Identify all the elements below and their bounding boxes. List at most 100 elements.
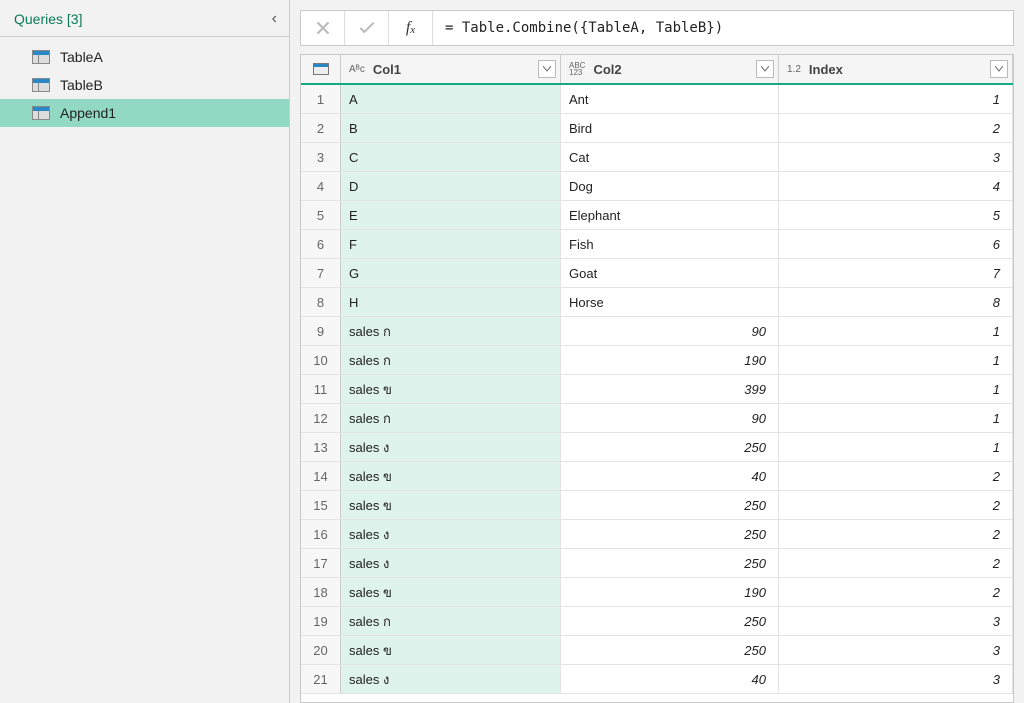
cell-col2[interactable]: 250: [561, 607, 779, 635]
row-number[interactable]: 19: [301, 607, 341, 635]
cell-index[interactable]: 4: [779, 172, 1013, 200]
table-row[interactable]: 18sales ข1902: [301, 578, 1013, 607]
cell-col2[interactable]: 250: [561, 491, 779, 519]
cell-col2[interactable]: 90: [561, 404, 779, 432]
row-number[interactable]: 1: [301, 85, 341, 113]
table-row[interactable]: 16sales ง2502: [301, 520, 1013, 549]
table-row[interactable]: 19sales ก2503: [301, 607, 1013, 636]
filter-button-col1[interactable]: [538, 60, 556, 78]
cell-col1[interactable]: sales ข: [341, 491, 561, 519]
cell-col2[interactable]: Horse: [561, 288, 779, 316]
table-row[interactable]: 5EElephant5: [301, 201, 1013, 230]
cell-col1[interactable]: E: [341, 201, 561, 229]
cell-index[interactable]: 5: [779, 201, 1013, 229]
row-number[interactable]: 21: [301, 665, 341, 693]
cell-index[interactable]: 1: [779, 346, 1013, 374]
column-header-col1[interactable]: Aᴮc Col1: [341, 55, 561, 83]
cell-index[interactable]: 1: [779, 85, 1013, 113]
cell-col1[interactable]: sales ก: [341, 404, 561, 432]
cell-index[interactable]: 2: [779, 114, 1013, 142]
cell-col2[interactable]: 250: [561, 549, 779, 577]
table-row[interactable]: 8HHorse8: [301, 288, 1013, 317]
row-number[interactable]: 6: [301, 230, 341, 258]
cell-index[interactable]: 1: [779, 404, 1013, 432]
row-number[interactable]: 14: [301, 462, 341, 490]
table-row[interactable]: 21sales ง403: [301, 665, 1013, 694]
cell-col1[interactable]: sales ง: [341, 549, 561, 577]
cell-col2[interactable]: 250: [561, 636, 779, 664]
cell-col1[interactable]: sales ก: [341, 607, 561, 635]
table-row[interactable]: 14sales ข402: [301, 462, 1013, 491]
table-row[interactable]: 20sales ข2503: [301, 636, 1013, 665]
cell-col2[interactable]: 250: [561, 520, 779, 548]
cell-col1[interactable]: H: [341, 288, 561, 316]
cell-col1[interactable]: sales ก: [341, 346, 561, 374]
cell-col2[interactable]: 90: [561, 317, 779, 345]
cell-col2[interactable]: Elephant: [561, 201, 779, 229]
cell-col2[interactable]: Cat: [561, 143, 779, 171]
cell-col1[interactable]: sales ง: [341, 520, 561, 548]
formula-input[interactable]: = Table.Combine({TableA, TableB}): [433, 11, 1013, 45]
cell-col1[interactable]: F: [341, 230, 561, 258]
cell-col1[interactable]: sales ก: [341, 317, 561, 345]
cell-col1[interactable]: sales ง: [341, 433, 561, 461]
cell-index[interactable]: 3: [779, 665, 1013, 693]
table-row[interactable]: 3CCat3: [301, 143, 1013, 172]
filter-button-index[interactable]: [990, 60, 1008, 78]
row-number[interactable]: 11: [301, 375, 341, 403]
cell-index[interactable]: 2: [779, 549, 1013, 577]
cell-col1[interactable]: sales ข: [341, 636, 561, 664]
table-row[interactable]: 9sales ก901: [301, 317, 1013, 346]
cell-index[interactable]: 1: [779, 317, 1013, 345]
table-row[interactable]: 2BBird2: [301, 114, 1013, 143]
cell-col2[interactable]: 250: [561, 433, 779, 461]
row-number[interactable]: 16: [301, 520, 341, 548]
commit-formula-button[interactable]: [345, 11, 389, 45]
row-number[interactable]: 20: [301, 636, 341, 664]
cell-index[interactable]: 1: [779, 375, 1013, 403]
row-number[interactable]: 10: [301, 346, 341, 374]
row-number[interactable]: 12: [301, 404, 341, 432]
query-item[interactable]: TableA: [0, 43, 289, 71]
cell-col1[interactable]: sales ข: [341, 462, 561, 490]
cell-index[interactable]: 3: [779, 607, 1013, 635]
cell-index[interactable]: 2: [779, 491, 1013, 519]
table-row[interactable]: 4DDog4: [301, 172, 1013, 201]
cell-col1[interactable]: sales ข: [341, 578, 561, 606]
cell-col2[interactable]: 190: [561, 346, 779, 374]
row-number[interactable]: 4: [301, 172, 341, 200]
row-number[interactable]: 17: [301, 549, 341, 577]
cancel-formula-button[interactable]: [301, 11, 345, 45]
cell-index[interactable]: 1: [779, 433, 1013, 461]
select-all-corner[interactable]: [301, 55, 341, 83]
cell-col1[interactable]: sales ข: [341, 375, 561, 403]
cell-col2[interactable]: 190: [561, 578, 779, 606]
table-row[interactable]: 13sales ง2501: [301, 433, 1013, 462]
cell-col2[interactable]: Goat: [561, 259, 779, 287]
column-header-col2[interactable]: ABC 123 Col2: [561, 55, 779, 83]
table-row[interactable]: 6FFish6: [301, 230, 1013, 259]
row-number[interactable]: 3: [301, 143, 341, 171]
table-row[interactable]: 17sales ง2502: [301, 549, 1013, 578]
cell-index[interactable]: 3: [779, 143, 1013, 171]
collapse-pane-button[interactable]: ‹: [266, 8, 283, 30]
query-item[interactable]: Append1: [0, 99, 289, 127]
cell-col2[interactable]: 40: [561, 665, 779, 693]
cell-col2[interactable]: 399: [561, 375, 779, 403]
row-number[interactable]: 8: [301, 288, 341, 316]
table-row[interactable]: 11sales ข3991: [301, 375, 1013, 404]
cell-index[interactable]: 3: [779, 636, 1013, 664]
cell-index[interactable]: 8: [779, 288, 1013, 316]
column-header-index[interactable]: 1.2 Index: [779, 55, 1013, 83]
cell-index[interactable]: 7: [779, 259, 1013, 287]
cell-col1[interactable]: G: [341, 259, 561, 287]
cell-col1[interactable]: B: [341, 114, 561, 142]
table-row[interactable]: 1AAnt1: [301, 85, 1013, 114]
cell-col1[interactable]: D: [341, 172, 561, 200]
table-row[interactable]: 10sales ก1901: [301, 346, 1013, 375]
row-number[interactable]: 13: [301, 433, 341, 461]
cell-index[interactable]: 2: [779, 578, 1013, 606]
query-item[interactable]: TableB: [0, 71, 289, 99]
cell-col2[interactable]: Ant: [561, 85, 779, 113]
cell-index[interactable]: 2: [779, 462, 1013, 490]
